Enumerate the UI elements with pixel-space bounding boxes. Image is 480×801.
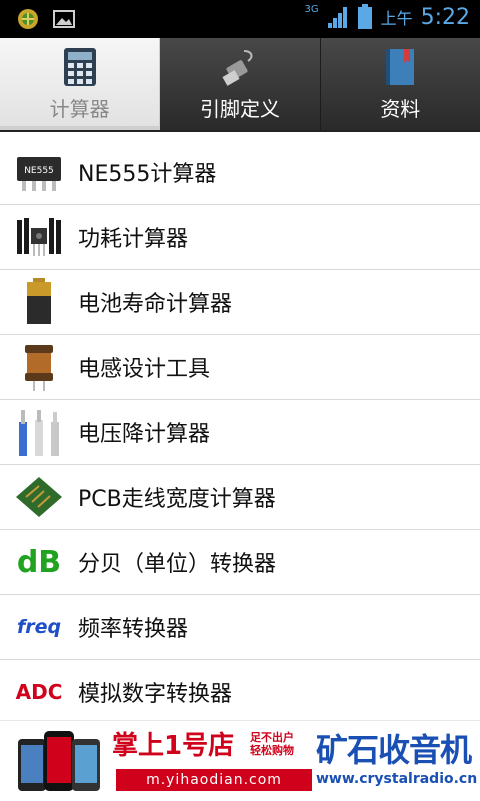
signal-icon (327, 7, 347, 28)
ad-crystal-title: 矿石收音机 (316, 731, 472, 769)
chip-label: NE555 (24, 166, 54, 176)
list-item-label: 功耗计算器 (78, 227, 189, 252)
ad-brand-sub-2: 轻松购物 (250, 744, 294, 757)
wire-icon (14, 407, 64, 457)
tab-calculator-label: 计算器 (49, 96, 110, 121)
clock-ampm: 上午 (380, 9, 413, 28)
db-icon-text: dB (16, 544, 62, 580)
status-left-icons (16, 7, 76, 31)
ad-crystal-url: www.crystalradio.cn (316, 771, 478, 787)
calculator-icon (63, 47, 96, 86)
list-item-decibel-converter[interactable]: dB 分贝（单位）转换器 (0, 530, 480, 595)
tab-pin-definitions-label: 引脚定义 (199, 96, 280, 121)
ad-brand-subtitle: 足不出户 轻松购物 (250, 731, 294, 757)
battery-icon (14, 277, 64, 327)
freq-icon: freq (14, 602, 64, 652)
calculator-list: NE555 NE555计算器 功耗计算器 电池寿命计算器 电感设计工具 电压降计… (0, 140, 480, 724)
pcb-icon (14, 472, 64, 522)
list-item-label: 分贝（单位）转换器 (78, 552, 277, 577)
list-item-label: 频率转换器 (78, 617, 189, 642)
list-item-label: 电池寿命计算器 (78, 292, 233, 317)
tab-calculator[interactable]: 计算器 (0, 38, 161, 130)
list-item-battery-life[interactable]: 电池寿命计算器 (0, 270, 480, 335)
usb-plug-icon (222, 49, 253, 86)
adc-icon: ADC (14, 667, 64, 717)
list-item-frequency-converter[interactable]: freq 频率转换器 (0, 595, 480, 660)
list-item-label: 电感设计工具 (78, 357, 211, 382)
status-bar: 3G 上午 5:22 (0, 0, 480, 38)
tab-documents-label: 资料 (380, 96, 421, 121)
list-item-voltage-drop[interactable]: 电压降计算器 (0, 400, 480, 465)
tab-documents[interactable]: 资料 (320, 38, 480, 130)
phones-icon (18, 731, 100, 791)
ad-brand-url: m.yihaodian.com (116, 769, 312, 791)
list-item-ne555[interactable]: NE555 NE555计算器 (0, 140, 480, 205)
adc-icon-text: ADC (15, 680, 63, 704)
list-item-label: 模拟数字转换器 (78, 682, 233, 707)
clock-time: 5:22 (420, 4, 470, 30)
list-item-label: 电压降计算器 (78, 422, 211, 447)
list-item-pcb-trace-width[interactable]: PCB走线宽度计算器 (0, 465, 480, 530)
tab-pin-definitions[interactable]: 引脚定义 (160, 38, 321, 130)
tab-bar: 计算器 引脚定义 资料 (0, 38, 480, 132)
battery-status-icon (357, 4, 372, 29)
book-icon (386, 48, 415, 85)
ad-brand-sub-1: 足不出户 (250, 731, 294, 744)
list-item-label: NE555计算器 (78, 162, 217, 187)
list-item-adc[interactable]: ADC 模拟数字转换器 (0, 660, 480, 724)
heatsink-icon (14, 212, 64, 262)
ad-banner[interactable]: 掌上1号店 足不出户 轻松购物 m.yihaodian.com 矿石收音机 ww… (0, 720, 480, 801)
app-notification-icon (18, 9, 38, 29)
list-item-inductor-design[interactable]: 电感设计工具 (0, 335, 480, 400)
crystalradio-ad: 矿石收音机 www.crystalradio.cn (316, 725, 478, 787)
image-notification-icon (53, 10, 75, 28)
db-icon: dB (14, 537, 64, 587)
status-right-icons: 3G 上午 5:22 (304, 4, 470, 30)
network-type: 3G (304, 3, 319, 15)
inductor-icon (14, 342, 64, 392)
list-item-power-dissipation[interactable]: 功耗计算器 (0, 205, 480, 270)
ic-chip-icon: NE555 (14, 147, 64, 197)
freq-icon-text: freq (16, 616, 62, 638)
yihaodian-ad: 掌上1号店 足不出户 轻松购物 m.yihaodian.com (112, 725, 312, 791)
list-item-label: PCB走线宽度计算器 (78, 487, 276, 512)
